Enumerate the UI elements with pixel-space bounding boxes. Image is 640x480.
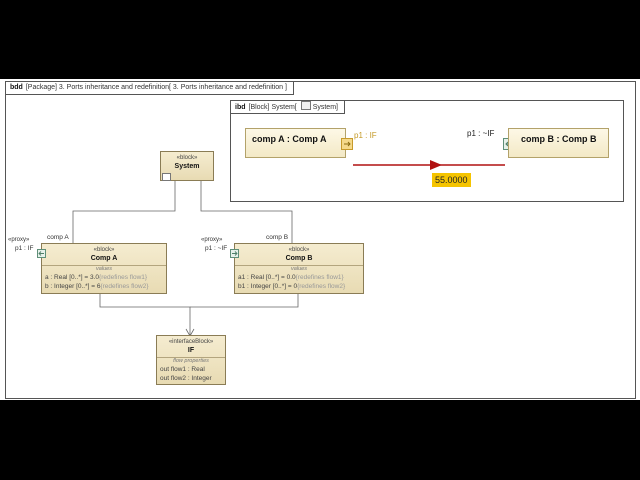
comp-b-port-name: p1 : ~IF — [205, 245, 228, 252]
port-a-icon[interactable] — [341, 138, 353, 150]
comp-a-name: Comp A — [90, 255, 118, 262]
port-b-label: p1 : ~IF — [467, 129, 495, 138]
system-stereotype: «block» — [176, 155, 198, 161]
ibd-frame: ibd [Block] System[ System] comp A : Comp… — [230, 100, 624, 202]
bdd-title: [Package] 3. Ports inheritance and redef… — [25, 84, 287, 91]
port-a-label: p1 : IF — [354, 131, 377, 140]
if-name: IF — [187, 347, 195, 354]
comp-a-port-stereotype: «proxy» — [8, 237, 30, 243]
comp-a-proxy-port-icon[interactable] — [37, 249, 46, 258]
comp-b-stereotype: «block» — [288, 247, 310, 253]
comp-b-proxy-port-icon[interactable] — [230, 249, 239, 258]
role-comp-a: comp A — [47, 234, 69, 241]
bdd-kind: bdd — [10, 84, 23, 91]
part-comp-b[interactable]: comp B : Comp B — [508, 128, 609, 158]
diagram-canvas: bdd [Package] 3. Ports inheritance and re… — [0, 79, 640, 400]
comp-b-block[interactable]: «block» Comp B values a1 : Real [0..*] =… — [234, 243, 364, 294]
if-row-2: out flow2 : Integer — [160, 375, 212, 382]
comp-a-row-1: a : Real [0..*] = 3.0{redefines flow1} — [45, 274, 148, 281]
comp-b-name: Comp B — [285, 255, 313, 262]
comp-b-section: values — [291, 266, 307, 272]
system-name: System — [174, 163, 200, 170]
diagram-link-icon[interactable] — [162, 173, 171, 181]
comp-a-section: values — [96, 266, 112, 272]
part-comp-b-label: comp B : Comp B — [521, 134, 597, 144]
comp-b-row-1: a1 : Real [0..*] = 0.0{redefines flow1} — [238, 274, 344, 281]
comp-b-port-stereotype: «proxy» — [201, 237, 223, 243]
bdd-frame-header: bdd [Package] 3. Ports inheritance and re… — [6, 82, 294, 95]
part-comp-a-label: comp A : Comp A — [252, 134, 327, 144]
comp-a-stereotype: «block» — [93, 247, 115, 253]
role-comp-b: comp B — [266, 234, 289, 241]
part-comp-a[interactable]: comp A : Comp A — [245, 128, 346, 158]
if-section: flow properties — [173, 358, 209, 364]
if-stereotype: «interfaceBlock» — [168, 339, 214, 345]
comp-b-row-2: b1 : Integer [0..*] = 0{redefines flow2} — [238, 283, 346, 290]
comp-a-row-2: b : Integer [0..*] = 6{redefines flow2} — [45, 283, 149, 290]
flow-value-badge: 55.0000 — [432, 173, 471, 187]
comp-a-block[interactable]: «block» Comp A values a : Real [0..*] = … — [41, 243, 167, 294]
comp-a-port-name: p1 : IF — [15, 245, 34, 252]
if-row-1: out flow1 : Real — [160, 366, 205, 373]
interface-block-if[interactable]: «interfaceBlock» IF flow properties out … — [156, 335, 226, 385]
flow-arrow-icon — [430, 160, 442, 170]
system-block[interactable]: «block» System — [160, 151, 214, 181]
